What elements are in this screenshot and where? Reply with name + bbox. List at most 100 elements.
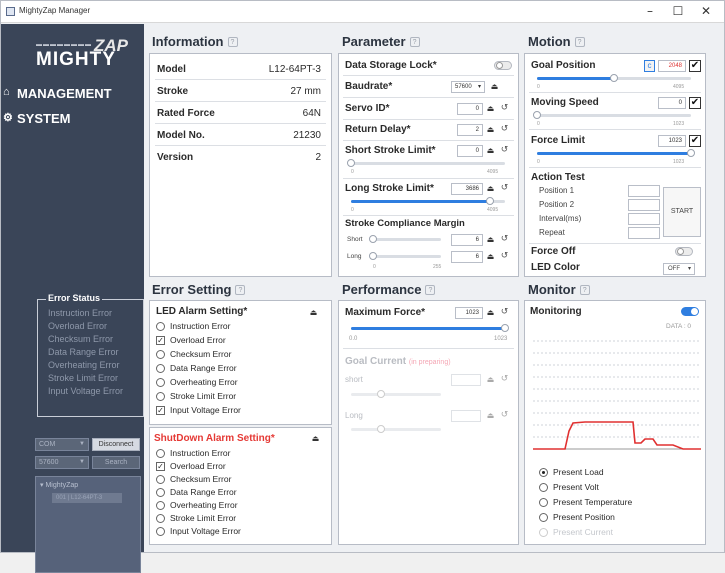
led-alarm-checksum-error[interactable]: Checksum Error — [156, 349, 231, 359]
help-icon[interactable]: ? — [409, 37, 420, 47]
maximize-button[interactable]: ☐ — [665, 3, 691, 19]
disconnect-button[interactable]: Disconnect — [92, 438, 140, 451]
led-alarm-stroke-limit-error[interactable]: Stroke Limit Error — [156, 391, 236, 401]
help-icon[interactable]: ? — [574, 37, 585, 47]
led-alarm-overload-error[interactable]: ✓ Overload Error — [156, 335, 226, 345]
moving-speed-apply-checkmark-icon[interactable]: ✔ — [689, 97, 701, 109]
upload-icon[interactable]: ⏏ — [308, 307, 319, 318]
moving-speed-input[interactable]: 0 — [658, 97, 686, 109]
monitor-option-present-volt[interactable]: Present Volt — [539, 482, 599, 492]
upload-icon[interactable]: ⏏ — [310, 433, 321, 444]
error-status-item: Input Voltage Error — [48, 386, 124, 396]
short-stroke-thumb[interactable] — [347, 159, 355, 167]
monitor-option-present-position[interactable]: Present Position — [539, 512, 615, 522]
minimize-button[interactable]: – — [637, 3, 663, 19]
start-button[interactable]: START — [663, 187, 701, 237]
tree-root[interactable]: ▾ MightyZap — [40, 481, 78, 489]
upload-icon[interactable]: ⏏ — [485, 251, 496, 262]
monitor-option-present-load[interactable]: Present Load — [539, 467, 604, 477]
max-force-thumb[interactable] — [501, 324, 509, 332]
led-alarm-input-voltage-error[interactable]: ✓ Input Voltage Error — [156, 405, 241, 415]
compliance-long-slider[interactable] — [371, 255, 441, 258]
baud-select[interactable]: 57600 ▼ — [35, 456, 89, 469]
goal-position-mode-button[interactable]: c — [644, 60, 655, 72]
shutdown-alarm-panel: ShutDown Alarm Setting* ⏏ Instruction Er… — [149, 427, 332, 545]
shutdown-checksum-error[interactable]: Checksum Error — [156, 474, 231, 484]
help-icon[interactable]: ? — [227, 37, 238, 47]
upload-icon[interactable]: ⏏ — [485, 234, 496, 245]
device-tree: ▾ MightyZap 001 | L12-64PT-3 — [35, 476, 141, 573]
shutdown-overheating-error[interactable]: Overheating Error — [156, 500, 238, 510]
refresh-icon: ↺ — [500, 374, 509, 384]
long-stroke-input[interactable]: 3686 — [451, 183, 483, 195]
information-panel: Model L12-64PT-3 Stroke 27 mm Rated Forc… — [149, 53, 332, 277]
info-label: Rated Force — [157, 108, 215, 119]
max-force-input[interactable]: 1023 — [455, 307, 483, 319]
monitoring-toggle[interactable] — [681, 307, 699, 316]
nav-system[interactable]: ⚙ SYSTEM — [1, 109, 144, 129]
repeat-input[interactable] — [628, 227, 660, 239]
tree-device-item[interactable]: 001 | L12-64PT-3 — [52, 493, 122, 503]
led-alarm-overheating-error[interactable]: Overheating Error — [156, 377, 238, 387]
help-icon[interactable]: ? — [235, 285, 246, 295]
position1-input[interactable] — [628, 185, 660, 197]
led-color-select[interactable]: OFF ▾ — [663, 263, 695, 275]
return-delay-input[interactable]: 2 — [457, 124, 483, 136]
baudrate-select[interactable]: 57600 ▾ — [451, 81, 485, 93]
short-stroke-input[interactable]: 0 — [457, 145, 483, 157]
refresh-icon[interactable]: ↺ — [499, 234, 510, 245]
search-button[interactable]: Search — [92, 456, 140, 469]
led-alarm-panel: LED Alarm Setting* ⏏ Instruction Error ✓… — [149, 300, 332, 425]
led-color-label: LED Color — [531, 262, 580, 273]
refresh-icon[interactable]: ↺ — [499, 124, 510, 135]
upload-icon[interactable]: ⏏ — [485, 103, 496, 114]
upload-icon[interactable]: ⏏ — [485, 307, 496, 318]
compliance-short-input[interactable]: 6 — [451, 234, 483, 246]
info-model-no-value: 21230 — [293, 130, 321, 141]
refresh-icon[interactable]: ↺ — [499, 183, 510, 194]
moving-speed-thumb[interactable] — [533, 111, 541, 119]
shutdown-instruction-error[interactable]: Instruction Error — [156, 448, 230, 458]
long-stroke-thumb[interactable] — [485, 197, 494, 205]
help-icon[interactable]: ? — [579, 285, 590, 295]
refresh-icon[interactable]: ↺ — [499, 145, 510, 156]
compliance-long-thumb[interactable] — [369, 252, 377, 260]
force-limit-apply-checkmark-icon[interactable]: ✔ — [689, 135, 701, 147]
upload-icon[interactable]: ⏏ — [485, 183, 496, 194]
compliance-long-input[interactable]: 6 — [451, 251, 483, 263]
goal-position-input[interactable]: 2048 — [658, 60, 686, 72]
shutdown-input-voltage-error[interactable]: Input Voltage Error — [156, 526, 241, 536]
refresh-icon[interactable]: ↺ — [499, 103, 510, 114]
nav-management[interactable]: ⌂ MANAGEMENT — [1, 84, 144, 104]
data-storage-lock-toggle[interactable] — [494, 61, 512, 70]
monitor-graph — [533, 340, 701, 450]
help-icon[interactable]: ? — [425, 285, 436, 295]
com-port-select[interactable]: COM ▼ — [35, 438, 89, 451]
upload-icon[interactable]: ⏏ — [485, 124, 496, 135]
shutdown-stroke-limit-error[interactable]: Stroke Limit Error — [156, 513, 236, 523]
goal-position-apply-checkmark-icon[interactable]: ✔ — [689, 60, 701, 72]
compliance-short-slider[interactable] — [371, 238, 441, 241]
force-limit-input[interactable]: 1023 — [658, 135, 686, 147]
moving-speed-slider[interactable] — [537, 114, 691, 117]
shutdown-overload-error[interactable]: ✓ Overload Error — [156, 461, 226, 471]
short-stroke-slider[interactable] — [351, 162, 505, 165]
refresh-icon[interactable]: ↺ — [499, 251, 510, 262]
led-alarm-instruction-error[interactable]: Instruction Error — [156, 321, 230, 331]
servo-id-input[interactable]: 0 — [457, 103, 483, 115]
led-alarm-data-range-error[interactable]: Data Range Error — [156, 363, 237, 373]
force-off-toggle[interactable] — [675, 247, 693, 256]
close-button[interactable]: ✕ — [693, 3, 719, 19]
compliance-short-thumb[interactable] — [369, 235, 377, 243]
goal-position-thumb[interactable] — [610, 74, 618, 82]
monitor-option-present-temperature[interactable]: Present Temperature — [539, 497, 632, 507]
interval-input[interactable] — [628, 213, 660, 225]
upload-icon[interactable]: ⏏ — [489, 81, 500, 92]
upload-icon[interactable]: ⏏ — [485, 145, 496, 156]
shutdown-data-range-error[interactable]: Data Range Error — [156, 487, 237, 497]
force-limit-thumb[interactable] — [687, 149, 695, 157]
action-test-label: Action Test — [531, 172, 585, 183]
position2-input[interactable] — [628, 199, 660, 211]
error-status-item: Instruction Error — [48, 308, 113, 318]
refresh-icon[interactable]: ↺ — [499, 307, 510, 318]
